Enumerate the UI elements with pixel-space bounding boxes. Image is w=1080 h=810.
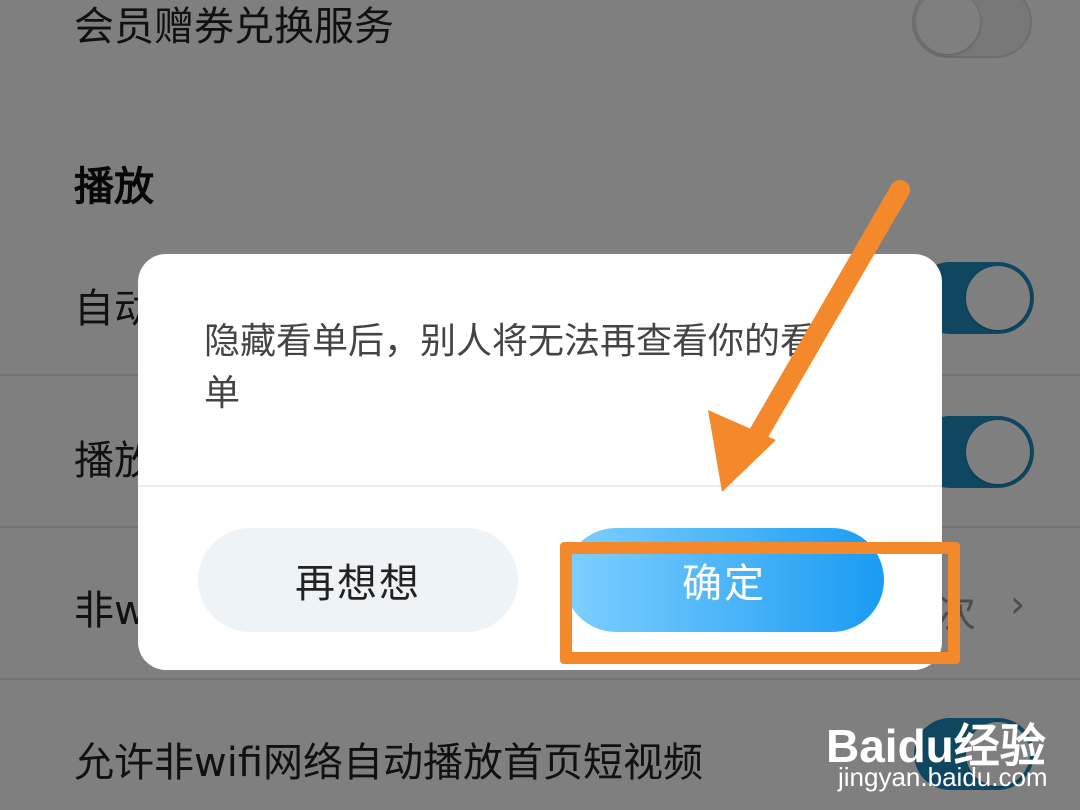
baidu-jingyan-watermark: Baidu经验 jingyan.baidu.com	[826, 690, 1076, 800]
annotation-highlight-box	[560, 542, 960, 664]
watermark-url: jingyan.baidu.com	[838, 762, 1048, 792]
dialog-message: 隐藏看单后，别人将无法再查看你的看单	[204, 321, 817, 414]
cancel-button[interactable]: 再想想	[198, 528, 518, 632]
dialog-divider	[138, 485, 942, 487]
